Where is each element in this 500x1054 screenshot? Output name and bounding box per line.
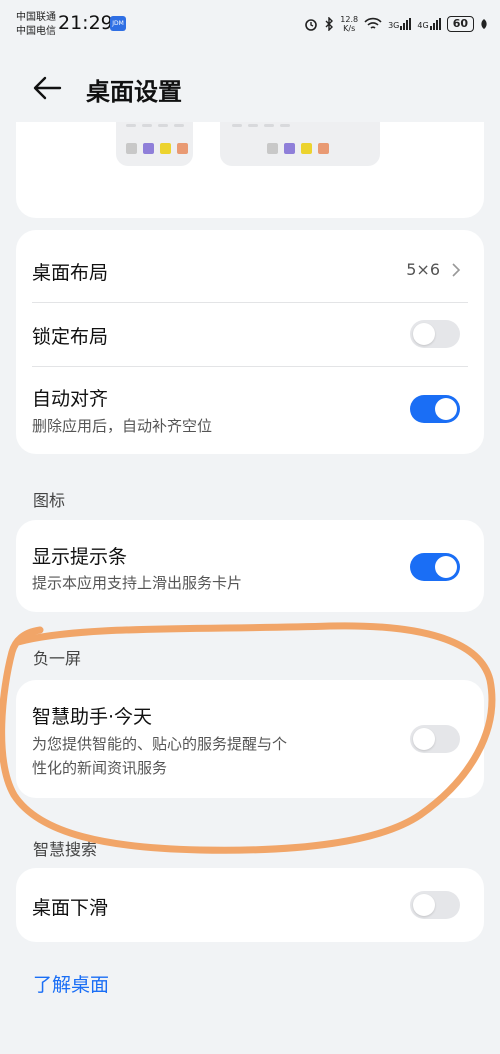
assistant-today-label: 智慧助手·今天 [32,706,153,728]
signal-3g: 3G [388,18,412,30]
page-title: 桌面设置 [86,78,182,106]
lock-layout-toggle[interactable] [410,320,460,348]
status-bar: 中国联通 中国电信 21:29 JDM 12.8 K/s 3G 4G 60 [0,0,500,50]
chevron-right-icon [452,263,461,277]
auto-align-row: 自动对齐 删除应用后，自动补齐空位 [16,366,484,454]
leaf-icon [481,19,487,29]
show-hint-bar-row: 显示提示条 提示本应用支持上滑出服务卡片 [16,520,484,612]
auto-align-toggle[interactable] [410,395,460,423]
signal-bars-icon [400,18,412,30]
preview-dots [126,143,188,154]
assistant-today-description-2: 性化的新闻资讯服务 [32,759,168,777]
battery-indicator: 60 [446,16,474,32]
assistant-today-toggle[interactable] [410,725,460,753]
show-hint-bar-description: 提示本应用支持上滑出服务卡片 [32,574,243,592]
page-header: 桌面设置 [0,60,500,116]
show-hint-bar-label: 显示提示条 [32,546,128,568]
app-notification-icon: JDM [110,16,126,31]
assistant-today-description-1: 为您提供智能的、贴心的服务提醒与个 [32,735,288,753]
desktop-swipe-down-toggle[interactable] [410,891,460,919]
lock-layout-label: 锁定布局 [32,326,109,348]
desktop-swipe-down-row: 桌面下滑 [16,868,484,942]
section-label-smart-search: 智慧搜索 [33,840,98,859]
lock-layout-row: 锁定布局 [16,302,484,366]
layout-preview-large[interactable] [220,122,380,166]
desktop-layout-value: 5×6 [406,260,440,279]
signal-4g: 4G [417,18,441,30]
bluetooth-icon [325,17,334,31]
icons-card: 显示提示条 提示本应用支持上滑出服务卡片 [16,520,484,612]
learn-desktop-link[interactable]: 了解桌面 [33,970,109,997]
network-speed: 12.8 K/s [340,15,359,33]
status-icons: 12.8 K/s 3G 4G 60 [304,14,488,34]
carrier-labels: 中国联通 中国电信 [16,11,56,39]
preview-dots [267,143,329,154]
section-label-icons: 图标 [33,491,66,510]
show-hint-bar-toggle[interactable] [410,553,460,581]
wifi-icon [364,17,382,29]
section-label-minus-one: 负一屏 [33,649,82,668]
desktop-layout-label: 桌面布局 [32,262,109,284]
assistant-today-row: 智慧助手·今天 为您提供智能的、贴心的服务提醒与个 性化的新闻资讯服务 [16,680,484,798]
layout-settings-card: 桌面布局 5×6 锁定布局 自动对齐 删除应用后，自动补齐空位 [16,230,484,454]
desktop-swipe-down-label: 桌面下滑 [32,897,109,919]
status-time: 21:29 [58,12,113,34]
smart-search-card: 桌面下滑 [16,868,484,942]
desktop-layout-row[interactable]: 桌面布局 5×6 [16,230,484,302]
auto-align-description: 删除应用后，自动补齐空位 [32,417,213,435]
carrier-1: 中国联通 [16,12,56,23]
minus-one-card: 智慧助手·今天 为您提供智能的、贴心的服务提醒与个 性化的新闻资讯服务 [16,680,484,798]
carrier-2: 中国电信 [16,26,56,37]
layout-preview-small[interactable] [116,122,193,166]
back-arrow-icon[interactable] [32,74,62,102]
auto-align-label: 自动对齐 [32,388,109,410]
layout-preview-card [16,122,484,218]
signal-bars-icon [429,18,441,30]
alarm-icon [305,19,318,31]
